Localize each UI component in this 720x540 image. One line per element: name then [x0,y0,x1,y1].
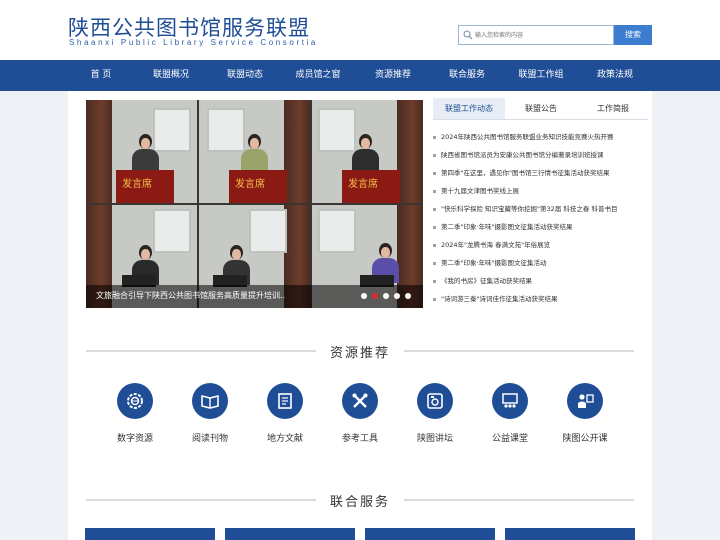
podium-label: 发言席 [348,179,378,190]
teacher-icon[interactable] [567,383,603,419]
tab-briefings[interactable]: 工作简报 [577,98,649,119]
nav-item-home[interactable]: 首 页 [91,60,112,91]
resource-label[interactable]: 参考工具 [342,431,378,444]
slide-photo: 发言席 [199,100,310,203]
photo-slider[interactable]: 发言席 发言席 发言席 [86,100,423,308]
resource-label[interactable]: 地方文献 [267,431,303,444]
tab-announcements[interactable]: 联盟公告 [505,98,577,119]
news-item[interactable]: "诗词游三秦"诗词佳作征集活动获奖结果 [433,293,648,303]
site-subtitle: Shaanxi Public Library Service Consortia [69,38,318,47]
document-icon[interactable] [267,383,303,419]
section-divider [86,350,316,352]
resources-title: 资源推荐 [329,346,391,361]
search-box [458,25,614,45]
tools-icon[interactable] [342,383,378,419]
podium-label: 发言席 [122,179,152,190]
search-input[interactable] [475,27,611,43]
resource-label[interactable]: 陕图讲坛 [417,431,453,444]
slider-dot[interactable] [361,293,367,299]
search-button[interactable]: 搜索 [614,25,652,45]
news-item[interactable]: 第十九届文津图书奖线上展 [433,185,648,195]
news-item[interactable]: 2024年陕西公共图书馆服务联盟业务知识技能竞赛火热开赛 [433,131,648,141]
section-divider [404,499,634,501]
nav-item-policy[interactable]: 政策法规 [597,60,633,91]
slider-caption[interactable]: 文旅融合引导下陕西公共图书馆服务高质量提升培训... [96,290,286,301]
resource-label[interactable]: 数字资源 [117,431,153,444]
slider-dot-active[interactable] [372,293,378,299]
slider-dot[interactable] [405,293,411,299]
main-nav: 首 页 联盟概况 联盟动态 成员馆之窗 资源推荐 联合服务 联盟工作组 政策法规 [0,60,720,91]
news-item[interactable]: 《我的书房》征集活动获奖结果 [433,275,648,285]
news-tabs: 联盟工作动态 联盟公告 工作简报 [433,98,648,120]
news-item[interactable]: 2024年"龙腾书海 春满文苑"年俗展览 [433,239,648,249]
section-divider [404,350,634,352]
nav-item-resources[interactable]: 资源推荐 [375,60,411,91]
news-item[interactable]: 第二季"印象·年味"摄影图文征集活动 [433,257,648,267]
video-camera-icon[interactable] [417,383,453,419]
nav-item-members[interactable]: 成员馆之窗 [295,60,340,91]
site-header: 陕西公共图书馆服务联盟 Shaanxi Public Library Servi… [0,0,720,60]
slide-photo: 发言席 [86,100,197,203]
podium-label: 发言席 [235,179,265,190]
nav-item-services[interactable]: 联合服务 [449,60,485,91]
nav-item-workgroup[interactable]: 联盟工作组 [518,60,563,91]
news-item[interactable]: 第四季"在这里，遇见你"图书馆三行情书征集活动获奖结果 [433,167,648,177]
nav-item-news[interactable]: 联盟动态 [227,60,263,91]
slide-photo: 发言席 [312,100,423,203]
news-item[interactable]: "快乐科学探险 知识宝藏等你挖掘"第32届 科技之春 科普书目 [433,203,648,213]
gear-globe-icon[interactable] [117,383,153,419]
news-item[interactable]: 第二季"印象·年味"摄影图文征集活动获奖结果 [433,221,648,231]
resource-label[interactable]: 陕图公开课 [562,431,607,444]
service-tile[interactable] [85,528,215,540]
search-icon [463,30,473,40]
open-book-icon[interactable] [192,383,228,419]
services-title: 联合服务 [329,495,391,510]
resource-label[interactable]: 阅读刊物 [192,431,228,444]
resource-label[interactable]: 公益课堂 [492,431,528,444]
slider-dot[interactable] [394,293,400,299]
classroom-icon[interactable] [492,383,528,419]
tab-work-news[interactable]: 联盟工作动态 [433,98,505,119]
service-tile[interactable] [505,528,635,540]
news-item[interactable]: 陕西省图书馆派员为安康公共图书馆分编著录培训班授课 [433,149,648,159]
nav-item-overview[interactable]: 联盟概况 [153,60,189,91]
service-tile[interactable] [225,528,355,540]
service-tile[interactable] [365,528,495,540]
section-divider [86,499,316,501]
slider-dot[interactable] [383,293,389,299]
